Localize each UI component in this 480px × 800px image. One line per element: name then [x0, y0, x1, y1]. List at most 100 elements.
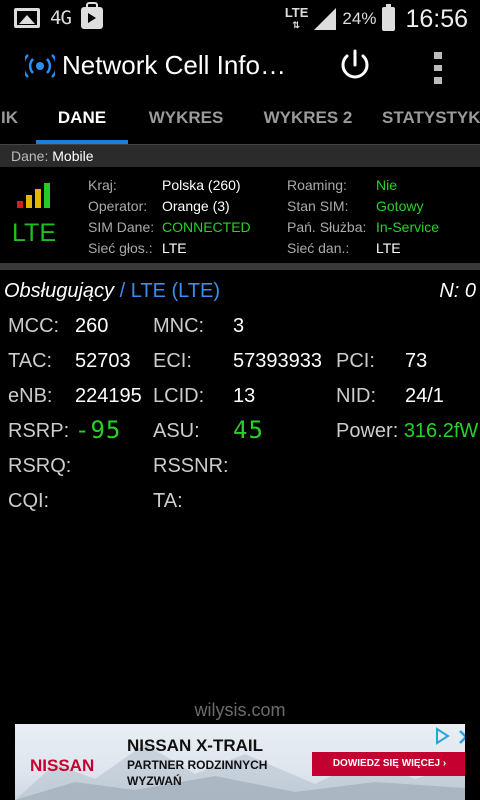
section-divider	[0, 263, 480, 270]
cell-key: PCI:	[336, 350, 375, 372]
cell-value: 57393933	[233, 350, 322, 372]
eci-value: 57393933	[233, 350, 322, 373]
eci-key: ECI:	[153, 350, 192, 373]
info-sim-data: SIM Dane:	[88, 219, 154, 235]
enb-value: 224195	[75, 385, 142, 408]
cell-key: ECI:	[153, 350, 192, 372]
cell-key: MNC:	[153, 315, 205, 337]
tab-dane[interactable]: DANE	[36, 96, 128, 144]
broadcast-icon	[21, 54, 59, 78]
serving-cell-title: Obsługujący / LTE (LTE)	[4, 280, 220, 303]
info-operator: Operator:	[88, 198, 147, 214]
tab-statystyka[interactable]: STATYSTYKA	[382, 96, 480, 144]
cell-key: RSRP:	[8, 420, 70, 442]
nid-value: 24/1	[405, 385, 444, 408]
info-key: Stan SIM:	[287, 198, 349, 214]
status-bar-notifications: 4G	[14, 2, 103, 30]
tab-bar: IK DANE WYKRES WYKRES 2 STATYSTYKA	[0, 96, 480, 144]
data-connection-label: Dane:	[11, 148, 49, 164]
rsrp-key: RSRP:	[8, 420, 69, 443]
power-icon	[341, 49, 369, 79]
cell-value: 316.2fW	[403, 420, 479, 442]
signal-bar-1	[17, 201, 23, 208]
app-bar: Network Cell Info…	[0, 38, 480, 96]
mcc-key: MCC:	[8, 315, 59, 338]
signal-bar-4	[44, 183, 50, 208]
tab-partial[interactable]: IK	[0, 96, 18, 144]
ad-banner[interactable]: NISSAN NISSAN X-TRAIL PARTNER RODZINNYCH…	[0, 724, 480, 800]
info-value: In-Service	[376, 219, 440, 235]
image-notification-icon	[14, 8, 40, 28]
cell-key: eNB:	[8, 385, 53, 407]
info-country-value: Polska (260)	[162, 177, 241, 193]
developer-credit: wilysis.com	[194, 700, 286, 720]
status-bar: 4G LTE ⇅ 24% 16:56	[0, 0, 480, 38]
rsrp-value: -95	[75, 416, 121, 444]
signal-bars-icon	[17, 183, 51, 208]
menu-dot-icon	[434, 52, 442, 59]
clock: 16:56	[405, 4, 468, 33]
tac-value: 52703	[75, 350, 131, 373]
technology-label: LTE	[12, 219, 56, 247]
power-button[interactable]	[336, 46, 374, 84]
info-sim-state-value: Gotowy	[376, 198, 423, 214]
cell-key: ASU:	[153, 420, 200, 442]
cell-value: -95	[75, 416, 122, 444]
serving-cell-label: Obsługujący	[4, 280, 115, 302]
mnc-key: MNC:	[153, 315, 204, 338]
menu-dot-icon	[434, 64, 442, 72]
play-store-icon	[80, 2, 103, 29]
info-roaming-value: Nie	[376, 177, 397, 193]
rssnr-key: RSSNR:	[153, 455, 229, 478]
tac-key: TAC:	[8, 350, 52, 373]
cell-key: LCID:	[153, 385, 205, 407]
info-key: Sieć dan.:	[287, 240, 350, 256]
info-voice-network: Sieć głos.:	[88, 240, 153, 256]
cell-value: 3	[233, 315, 245, 337]
cell-key: Power:	[336, 420, 399, 442]
battery-icon	[382, 4, 396, 31]
lte-data-label: LTE	[284, 5, 309, 20]
info-value: CONNECTED	[162, 219, 251, 235]
info-key: Kraj:	[88, 177, 117, 193]
info-service-state: Pań. Służba:	[287, 219, 366, 235]
pci-key: PCI:	[336, 350, 375, 373]
cell-value: 73	[405, 350, 428, 372]
tab-wykres[interactable]: WYKRES	[136, 96, 236, 144]
info-sim-data-value: CONNECTED	[162, 219, 251, 235]
info-roaming: Roaming:	[287, 177, 347, 193]
ad-cta-button[interactable]: DOWIEDZ SIĘ WIĘCEJ ›	[312, 752, 465, 776]
serving-cell-technology: / LTE (LTE)	[119, 280, 221, 302]
cell-value: 52703	[75, 350, 131, 372]
neighbor-count: N: 0	[439, 280, 476, 302]
info-data-network: Sieć dan.:	[287, 240, 349, 256]
ad-choices-icon[interactable]	[432, 726, 452, 746]
cell-value: 24/1	[405, 385, 444, 407]
lte-data-icon: LTE ⇅	[284, 5, 309, 31]
ad-content[interactable]: NISSAN NISSAN X-TRAIL PARTNER RODZINNYCH…	[15, 724, 465, 800]
info-value: Polska (260)	[162, 177, 241, 193]
enb-key: eNB:	[8, 385, 52, 408]
info-key: SIM Dane:	[88, 219, 155, 235]
asu-value: 45	[233, 416, 264, 444]
cqi-key: CQI:	[8, 490, 49, 513]
mcc-value: 260	[75, 315, 108, 338]
overflow-menu-button[interactable]	[428, 48, 448, 85]
ta-key: TA:	[153, 490, 183, 513]
info-value: Gotowy	[376, 198, 424, 214]
mnc-value: 3	[233, 315, 244, 338]
cell-value: 260	[75, 315, 109, 337]
info-data-network-value: LTE	[376, 240, 401, 256]
network-info-panel: LTE Kraj: Polska (260) Operator: Orange …	[0, 167, 480, 263]
cell-key: TAC:	[8, 350, 53, 372]
cell-key: RSRQ:	[8, 455, 72, 477]
nid-key: NID:	[336, 385, 376, 408]
info-operator-value: Orange (3)	[162, 198, 230, 214]
signal-strength-icon	[314, 8, 337, 30]
ad-close-icon[interactable]	[455, 726, 465, 748]
tab-wykres-2[interactable]: WYKRES 2	[252, 96, 364, 144]
rsrq-key: RSRQ:	[8, 455, 71, 478]
ad-subtitle: PARTNER RODZINNYCH WYZWAŃ	[127, 758, 268, 788]
ad-title: NISSAN X-TRAIL	[127, 736, 263, 755]
power-reading: Power: 316.2fW	[336, 420, 480, 443]
